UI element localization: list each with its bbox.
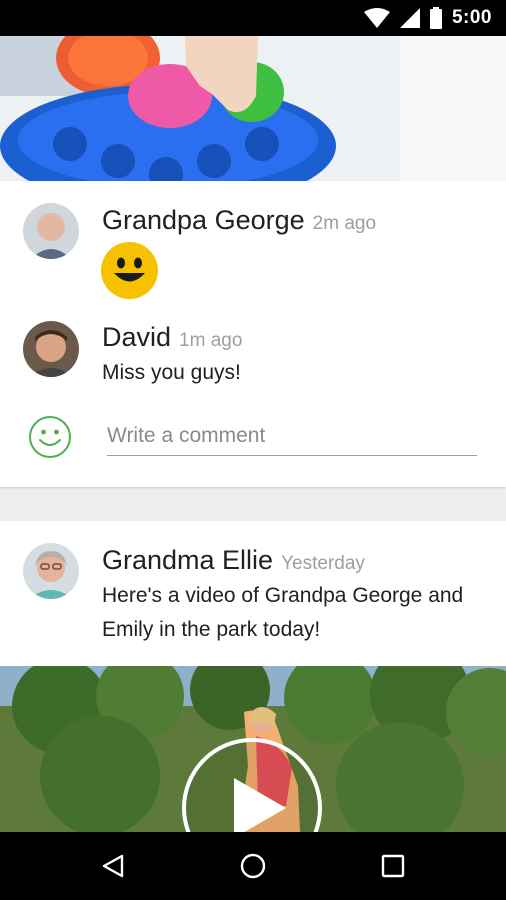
wifi-icon (363, 8, 390, 28)
post-text-2: Miss you guys! (102, 361, 241, 384)
status-time: 5:00 (451, 7, 492, 28)
navigation-bar (0, 832, 506, 900)
back-triangle-icon[interactable] (98, 851, 128, 881)
post-text-3-line-2: Emily in the park today! (102, 618, 321, 641)
smiley-emoji-icon (101, 242, 158, 299)
smiley-outline-icon[interactable] (28, 415, 72, 459)
home-circle-icon[interactable] (238, 851, 268, 881)
avatar-david[interactable] (23, 321, 79, 377)
post-card-1: Grandpa George 2m ago David 1m ago Miss yo… (0, 181, 506, 487)
post-author-2: David 1m ago (102, 322, 243, 352)
hero-photo[interactable] (0, 36, 506, 181)
post-time-2: 1m ago (179, 330, 243, 351)
avatar-grandpa-george[interactable] (23, 203, 79, 259)
post-author-1: Grandpa George 2m ago (102, 205, 377, 235)
post-card-2: Grandma Ellie Yesterday Here's a video of… (0, 521, 506, 832)
post-author-3: Grandma Ellie Yesterday (102, 545, 365, 575)
cell-signal-icon (399, 8, 420, 28)
play-icon[interactable] (184, 740, 320, 832)
avatar-grandma-ellie[interactable] (23, 543, 79, 599)
comment-input[interactable] (107, 416, 477, 456)
post-time-1: 2m ago (312, 213, 377, 234)
post-text-3-line-1: Here's a video of Grandpa George and (102, 584, 464, 607)
recents-square-icon[interactable] (378, 851, 408, 881)
post-time-3: Yesterday (281, 553, 365, 574)
battery-icon (429, 7, 442, 29)
video-thumbnail[interactable] (0, 666, 506, 832)
status-bar: 5:00 (0, 0, 506, 36)
